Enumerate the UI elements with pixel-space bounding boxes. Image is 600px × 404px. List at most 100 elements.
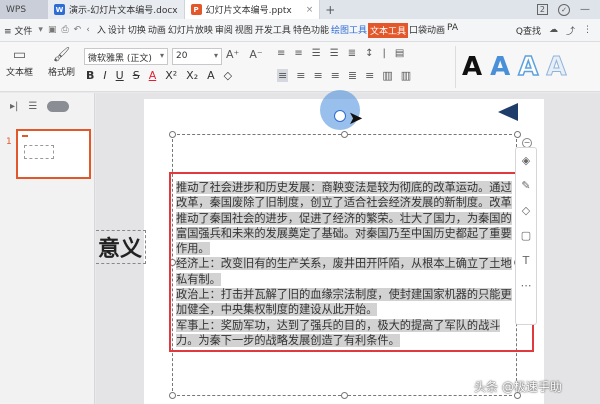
decrease-indent-icon[interactable]: ☰ [312,48,321,59]
menu-drawing-tools[interactable]: 绘图工具 [330,23,368,38]
superscript-button[interactable]: X² [165,69,177,82]
underline-button[interactable]: U [116,69,124,82]
paragraph-4: 军事上：奖励军功，达到了强兵的目的，极大的提高了军队的战斗力。为秦下一步的战略发… [176,318,512,349]
file-menu[interactable]: ≡ 文件 [4,24,32,37]
strikethrough-button[interactable]: S [133,69,140,82]
text-box-align-icon[interactable]: ▥ [382,69,392,82]
tab-pptx-label: 幻灯片文本编号.pptx [205,6,292,16]
text-style-outline[interactable]: A [517,51,539,83]
menu-pocket-animation[interactable]: 口袋动画 [408,23,446,38]
menu-right: Q查找 ☁ ⤴ ⋮ [516,24,600,37]
text-body[interactable]: 推动了社会进步和历史发展：商鞅变法是较为彻底的改革运动。通过改革，秦国废除了旧制… [176,180,512,348]
slide-thumbnail-panel: ▸| ☰ 1 [0,93,95,404]
distribute-button[interactable]: ≣ [348,69,357,82]
print-icon[interactable]: ⎙ [61,25,68,35]
border-icon[interactable]: ▢ [521,229,531,242]
fill-icon[interactable]: ◇ [522,204,530,217]
close-tab-icon[interactable]: × [306,5,314,15]
minimize-icon[interactable]: — [580,4,590,15]
new-tab-button[interactable]: + [320,0,340,19]
vertical-align-button[interactable]: ≡ [365,69,374,82]
text-fit-icon[interactable]: ▥ [401,69,411,82]
pen-icon[interactable]: ✎ [521,179,530,192]
save-icon[interactable]: ▣ [48,25,57,35]
justify-button[interactable]: ≡ [331,69,340,82]
float-toolbar: ◈ ✎ ◇ ▢ T ⋯ [515,147,537,325]
format-painter-label: 格式刷 [48,68,76,78]
shrink-font-icon[interactable]: A⁻ [249,48,262,61]
window-count-badge[interactable]: 2 [536,4,548,15]
paragraph-2-text: 经济上：改变旧有的生产关系，废井田开阡陌，从根本上确立了土地私有制。 [176,257,512,286]
text-style-light[interactable]: A [546,52,567,83]
menu-slideshow[interactable]: 幻灯片放映 [167,23,214,38]
slide-title[interactable]: 意义 [96,230,146,264]
textbox-button[interactable]: ▭ 文本框 [6,45,33,78]
tab-docx[interactable]: W 演示-幻灯片文本编号.docx [48,0,185,19]
char-shading-button[interactable]: A [207,69,215,82]
line-spacing-icon[interactable]: ≣ [348,48,356,59]
clear-format-icon[interactable]: ◇ [224,69,232,82]
text-style-black[interactable]: A [462,52,482,82]
font-size-select[interactable]: 20 ▾ [172,48,222,65]
subscript-button[interactable]: X₂ [186,69,198,82]
resize-handle-bc[interactable] [341,392,348,399]
outline-view-icon[interactable]: ☰ [28,101,37,112]
chevron-down-icon[interactable]: ▾ [38,25,43,35]
resize-handle-tr[interactable] [514,131,521,138]
mouse-cursor-icon: ➤ [348,108,364,129]
word-doc-icon: W [54,4,65,15]
rotate-handle[interactable] [334,110,346,122]
menu-pa[interactable]: PA [446,23,459,38]
wps-home-tab[interactable]: WPS [0,0,48,19]
tab-pptx[interactable]: P 幻灯片文本编号.pptx × [184,0,321,19]
bold-button[interactable]: B [86,69,94,82]
format-painter-button[interactable]: 🖌 格式刷 [48,45,75,78]
search-button[interactable]: Q查找 [516,24,541,37]
panel-toggle-icon[interactable]: ▸| [10,101,18,112]
menu-items: 入 设计 切换 动画 幻灯片放映 审阅 视图 开发工具 特色功能 绘图工具 文本… [96,22,459,38]
columns-icon[interactable]: ▤ [395,48,404,59]
increase-indent-icon[interactable]: ☰ [330,48,339,59]
more-icon[interactable]: ⋮ [583,25,592,35]
more-icon[interactable]: ⋯ [521,279,532,292]
paragraph-2: 经济上：改变旧有的生产关系，废井田开阡陌，从根本上确立了土地私有制。 [176,256,512,287]
menu-features[interactable]: 特色功能 [292,23,330,38]
menu-insert[interactable]: 入 [96,23,107,38]
cloud-sync-icon[interactable]: ☁ [549,25,558,35]
undo-icon[interactable]: ↶ [74,25,82,35]
align-right-button[interactable]: ≡ [313,69,322,82]
grow-font-icon[interactable]: A⁺ [226,48,239,61]
chevron-left-icon[interactable]: ‹ [86,25,90,35]
text-direction-icon[interactable]: ↕ [365,48,373,59]
resize-handle-tl[interactable] [169,131,176,138]
number-list-icon[interactable]: ≡ [294,48,302,59]
menu-text-tools[interactable]: 文本工具 [367,22,408,38]
text-style-icon[interactable]: T [523,254,530,267]
italic-button[interactable]: I [103,69,106,82]
menu-review[interactable]: 审阅 [214,23,234,38]
check-circle-icon[interactable]: ✓ [558,3,570,16]
text-style-blue[interactable]: A [490,52,510,82]
font-color-button[interactable]: A [149,69,157,82]
menu-design[interactable]: 设计 [107,23,127,38]
layers-icon[interactable]: ◈ [522,154,530,167]
logo-triangle-icon [498,103,518,121]
font-format-controls: B I U S A X² X₂ A ◇ [86,69,232,82]
menu-transition[interactable]: 切换 [127,23,147,38]
resize-handle-bl[interactable] [169,392,176,399]
bullet-list-icon[interactable]: ≡ [277,48,285,59]
slide-thumbnail[interactable] [16,129,91,179]
panel-toolbar: ▸| ☰ [0,93,94,112]
align-center-button[interactable]: ≡ [296,69,305,82]
share-icon[interactable]: ⤴ [566,24,575,37]
font-size-value: 20 [176,51,188,61]
align-left-button[interactable]: ≡ [277,69,289,82]
menu-animation[interactable]: 动画 [147,23,167,38]
slide-view-toggle[interactable] [47,101,70,112]
menu-developer[interactable]: 开发工具 [254,23,292,38]
divider: | [382,48,386,59]
resize-handle-tc[interactable] [341,131,348,138]
menu-view[interactable]: 视图 [234,23,254,38]
font-family-select[interactable]: 微软雅黑 (正文) ▾ [84,48,168,65]
chevron-down-icon: ▾ [159,51,164,60]
